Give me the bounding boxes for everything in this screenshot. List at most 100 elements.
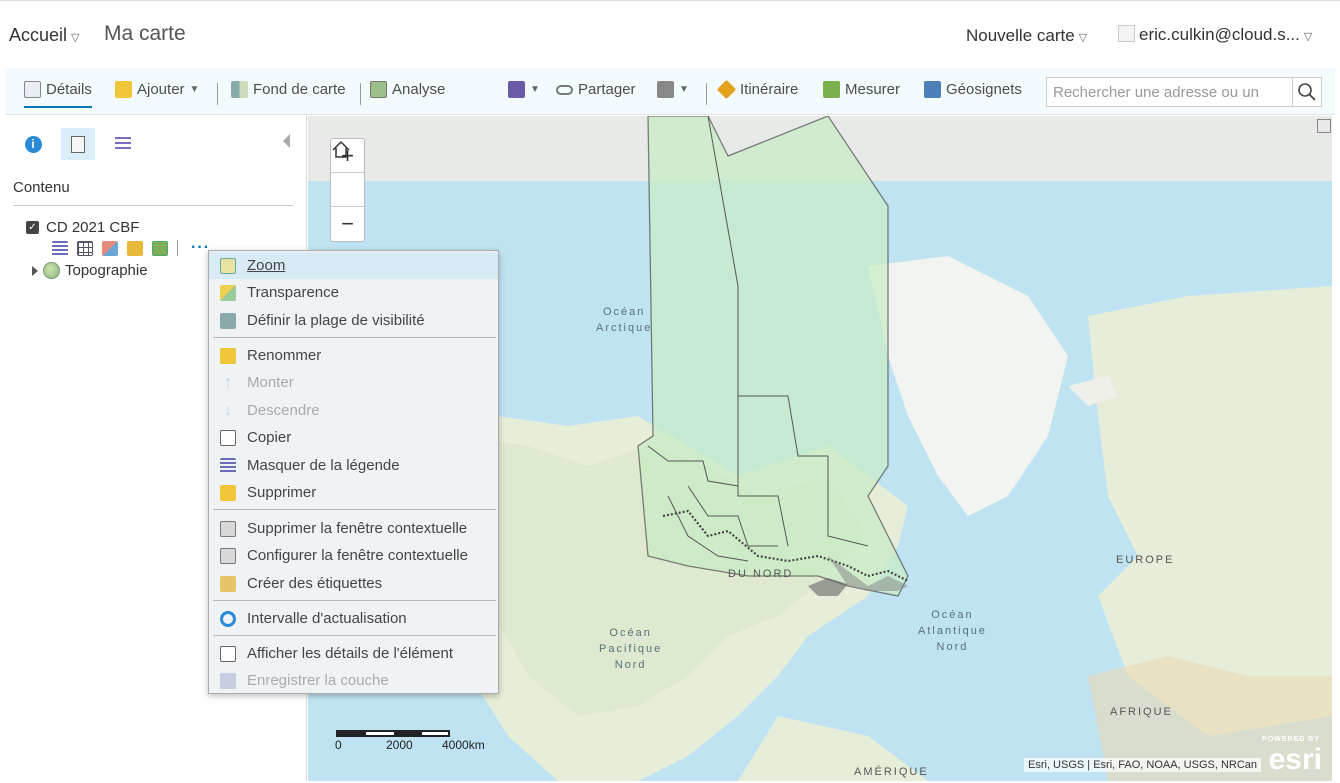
chevron-down-icon: ▽ [1078, 32, 1088, 44]
menu-item-refresh-interval[interactable]: Intervalle d'actualisation [209, 605, 498, 632]
caret-down-icon: ▼ [679, 84, 689, 95]
menu-item-visibility-range[interactable]: Définir la plage de visibilité [209, 307, 498, 334]
search-button[interactable] [1292, 77, 1322, 107]
new-map-menu[interactable]: Nouvelle carte ▽ [966, 26, 1087, 46]
menu-item-label: Créer des étiquettes [247, 575, 383, 592]
filter-icon[interactable] [127, 240, 143, 256]
analysis-button[interactable]: Analyse [370, 81, 445, 98]
layer-item[interactable]: Topographie [32, 262, 148, 279]
menu-item-copy[interactable]: Copier [209, 424, 498, 451]
analysis-icon[interactable] [152, 240, 168, 256]
tab-legend[interactable] [106, 128, 140, 160]
search-input[interactable]: Rechercher une adresse ou un [1046, 77, 1293, 107]
chevron-down-icon: ▽ [71, 32, 80, 44]
add-button[interactable]: Ajouter ▼ [115, 81, 199, 98]
menu-divider [213, 635, 496, 636]
add-label: Ajouter [137, 81, 185, 98]
hide-legend-icon [220, 457, 236, 474]
menu-item-transparency[interactable]: Transparence [209, 279, 498, 306]
divider [177, 240, 178, 256]
measure-icon [823, 81, 840, 98]
bookmarks-icon [924, 81, 941, 98]
esri-wordmark: esri [1268, 743, 1322, 776]
menu-item-remove-popup[interactable]: Supprimer la fenêtre contextuelle [209, 515, 498, 542]
menu-item-label: Définir la plage de visibilité [247, 312, 425, 329]
measure-label: Mesurer [845, 81, 901, 98]
details-icon [24, 81, 41, 98]
home-button[interactable] [331, 140, 364, 207]
change-style-icon[interactable] [102, 240, 118, 256]
analysis-icon [370, 81, 387, 98]
zoom-icon [220, 257, 236, 274]
menu-item-label: Masquer de la légende [247, 457, 400, 474]
scale-label-2000: 2000 [386, 738, 413, 752]
basemap-button[interactable]: Fond de carte [231, 81, 346, 98]
save-icon [508, 81, 525, 98]
menu-item-remove[interactable]: Supprimer [209, 479, 498, 506]
bookmarks-button[interactable]: Géosignets [924, 81, 1022, 98]
attribution[interactable]: Esri, USGS | Esri, FAO, NOAA, USGS, NRCa… [1024, 758, 1262, 772]
map-label-africa: AFRIQUE [1110, 706, 1173, 718]
details-button[interactable]: Détails [24, 81, 92, 108]
delete-icon [220, 484, 236, 501]
menu-item-item-details[interactable]: Afficher les détails de l'élément [209, 640, 498, 667]
item-details-icon [220, 645, 236, 662]
menu-item-zoom[interactable]: Zoom [209, 252, 498, 279]
menu-divider [213, 600, 496, 601]
chevron-down-icon: ▽ [1303, 31, 1313, 43]
scale-bar [336, 730, 450, 737]
layer-item[interactable]: ✓ CD 2021 CBF [26, 219, 139, 236]
top-header: Accueil ▽ Ma carte Nouvelle carte ▽ eric.c… [0, 0, 1340, 68]
divider [13, 205, 293, 206]
search-icon [1298, 83, 1316, 101]
rename-icon [220, 347, 236, 364]
avatar [1118, 25, 1135, 42]
home-label: Accueil [9, 25, 68, 45]
menu-item-label: Configurer la fenêtre contextuelle [247, 547, 468, 564]
menu-item-configure-popup[interactable]: Configurer la fenêtre contextuelle [209, 542, 498, 569]
scale-label-0: 0 [335, 738, 342, 752]
menu-item-label: Monter [247, 374, 294, 391]
details-label: Détails [46, 81, 92, 98]
menu-divider [213, 509, 496, 510]
tab-content[interactable] [61, 128, 95, 160]
expand-icon[interactable] [32, 265, 38, 276]
user-menu[interactable]: eric.culkin@cloud.s... ▽ [1118, 25, 1312, 45]
table-icon[interactable] [77, 240, 93, 256]
print-button[interactable]: ▼ [657, 81, 689, 98]
menu-item-rename[interactable]: Renommer [209, 342, 498, 369]
legend-icon[interactable] [52, 240, 68, 256]
tab-about[interactable]: i [16, 128, 50, 160]
menu-item-hide-legend[interactable]: Masquer de la légende [209, 452, 498, 479]
esri-logo[interactable]: POWERED BY esri [1258, 736, 1324, 776]
transparency-icon [220, 284, 236, 301]
caret-down-icon: ▼ [530, 84, 540, 95]
collapse-panel-icon[interactable] [283, 134, 290, 148]
arrow-up-icon: ↑ [224, 373, 232, 391]
menu-item-label: Enregistrer la couche [247, 672, 389, 689]
menu-item-label: Afficher les détails de l'élément [247, 645, 454, 662]
menu-item-label: Transparence [247, 284, 339, 301]
powered-by-label: POWERED BY [1262, 736, 1320, 743]
menu-item-label: Descendre [247, 402, 320, 419]
home-menu[interactable]: Accueil ▽ [9, 25, 80, 46]
menu-item-label: Supprimer [247, 484, 317, 501]
share-button[interactable]: Partager [556, 81, 636, 98]
bookmarks-label: Géosignets [946, 81, 1022, 98]
toolbar-divider [706, 83, 707, 105]
map-label-north: DU NORD [728, 568, 794, 580]
layer-context-menu: Zoom Transparence Définir la plage de vi… [208, 250, 499, 694]
user-name: eric.culkin@cloud.s... [1139, 25, 1300, 44]
arrow-down-icon: ↓ [224, 401, 232, 419]
measure-button[interactable]: Mesurer [823, 81, 900, 98]
configure-popup-icon [220, 547, 236, 564]
layer-checkbox[interactable]: ✓ [26, 221, 39, 234]
expand-icon[interactable] [1317, 119, 1331, 133]
directions-button[interactable]: Itinéraire [716, 79, 798, 100]
save-menu-button[interactable]: ▼ [508, 81, 540, 98]
menu-divider [213, 337, 496, 338]
menu-item-create-labels[interactable]: Créer des étiquettes [209, 570, 498, 597]
zoom-out-button[interactable]: − [331, 207, 364, 241]
menu-item-label: Supprimer la fenêtre contextuelle [247, 520, 468, 537]
refresh-icon [220, 610, 236, 627]
